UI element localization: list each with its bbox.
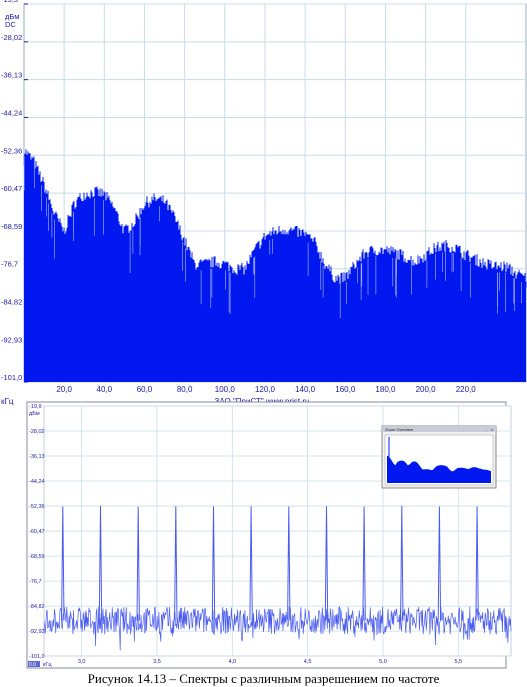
y-tick-label: -60,47 bbox=[1, 184, 22, 193]
x-unit-label: кГц bbox=[1, 397, 14, 406]
x-tick-label: 5,5 bbox=[454, 659, 462, 665]
y-tick-label: -28,02 bbox=[29, 429, 45, 435]
y-tick-label: -44,24 bbox=[1, 108, 22, 117]
x-tick-label: 180,0 bbox=[375, 385, 396, 394]
x-tick-label: 100,0 bbox=[215, 385, 236, 394]
spectrum-chart-bottom: -19,9 -28,02 -36,13 -44,24 -52,36 -60,47 -68,5… bbox=[26, 401, 512, 669]
x-unit-label: кГц bbox=[43, 662, 52, 668]
x-tick-label: 60,0 bbox=[137, 385, 153, 394]
inset-close-button[interactable]: x bbox=[491, 427, 493, 432]
y-tick-label: -19,9 bbox=[29, 404, 42, 410]
y-tick-label: -68,59 bbox=[1, 222, 22, 231]
y-tick-label: -36,13 bbox=[29, 454, 45, 460]
x-tick-label: 80,0 bbox=[177, 385, 193, 394]
y-tick-label: -36,13 bbox=[1, 71, 22, 80]
y-tick-label: -76,7 bbox=[29, 579, 42, 585]
x-corner-label: 0.0 bbox=[29, 662, 36, 668]
y-tick-label: -76,7 bbox=[1, 260, 18, 269]
x-tick-label: 120,0 bbox=[255, 385, 276, 394]
x-tick-label: 3,5 bbox=[153, 659, 161, 665]
y-tick-label: -92,93 bbox=[29, 629, 45, 635]
x-tick-label: 5,0 bbox=[379, 659, 387, 665]
x-tick-label: 4,0 bbox=[228, 659, 236, 665]
spectrum-figure: -19,9 -28,02 -36,13 -44,24 -52,36 -60,47 -68,5… bbox=[1, 0, 527, 669]
y-tick-label: -52,36 bbox=[29, 504, 45, 510]
inset-title: Zoom Overview bbox=[385, 427, 413, 432]
y-tick-label: -84,82 bbox=[1, 298, 22, 307]
y-tick-label: -92,93 bbox=[1, 335, 22, 344]
x-tick-label: 20,0 bbox=[56, 385, 72, 394]
x-tick-label: 140,0 bbox=[295, 385, 316, 394]
x-tick-label: 40,0 bbox=[97, 385, 113, 394]
x-tick-label: 220,0 bbox=[456, 385, 477, 394]
y-tick-label: -44,24 bbox=[29, 479, 45, 485]
mode-label: DC bbox=[5, 20, 16, 29]
y-tick-label: -101,0 bbox=[1, 373, 22, 382]
x-tick-label: 200,0 bbox=[416, 385, 437, 394]
y-tick-label: -84,82 bbox=[29, 604, 45, 610]
x-tick-label: 4,5 bbox=[304, 659, 312, 665]
zoom-overview-window: Zoom Overview - x bbox=[381, 425, 497, 489]
y-tick-label: -19,9 bbox=[1, 0, 18, 4]
y-tick-label: -101,0 bbox=[29, 654, 45, 660]
y-tick-label: -28,02 bbox=[1, 33, 22, 42]
figure-caption: Рисунок 14.13 – Спектры с различным разр… bbox=[87, 671, 440, 686]
y-unit-label: дБм bbox=[29, 411, 40, 417]
spectrum-chart-top: -19,9 -28,02 -36,13 -44,24 -52,36 -60,47 -68,5… bbox=[1, 0, 527, 406]
y-tick-label: -52,36 bbox=[1, 146, 22, 155]
x-tick-label: 160,0 bbox=[335, 385, 356, 394]
y-tick-label: -68,59 bbox=[29, 554, 45, 560]
y-tick-label: -60,47 bbox=[29, 529, 45, 535]
x-tick-label: 3,0 bbox=[78, 659, 86, 665]
